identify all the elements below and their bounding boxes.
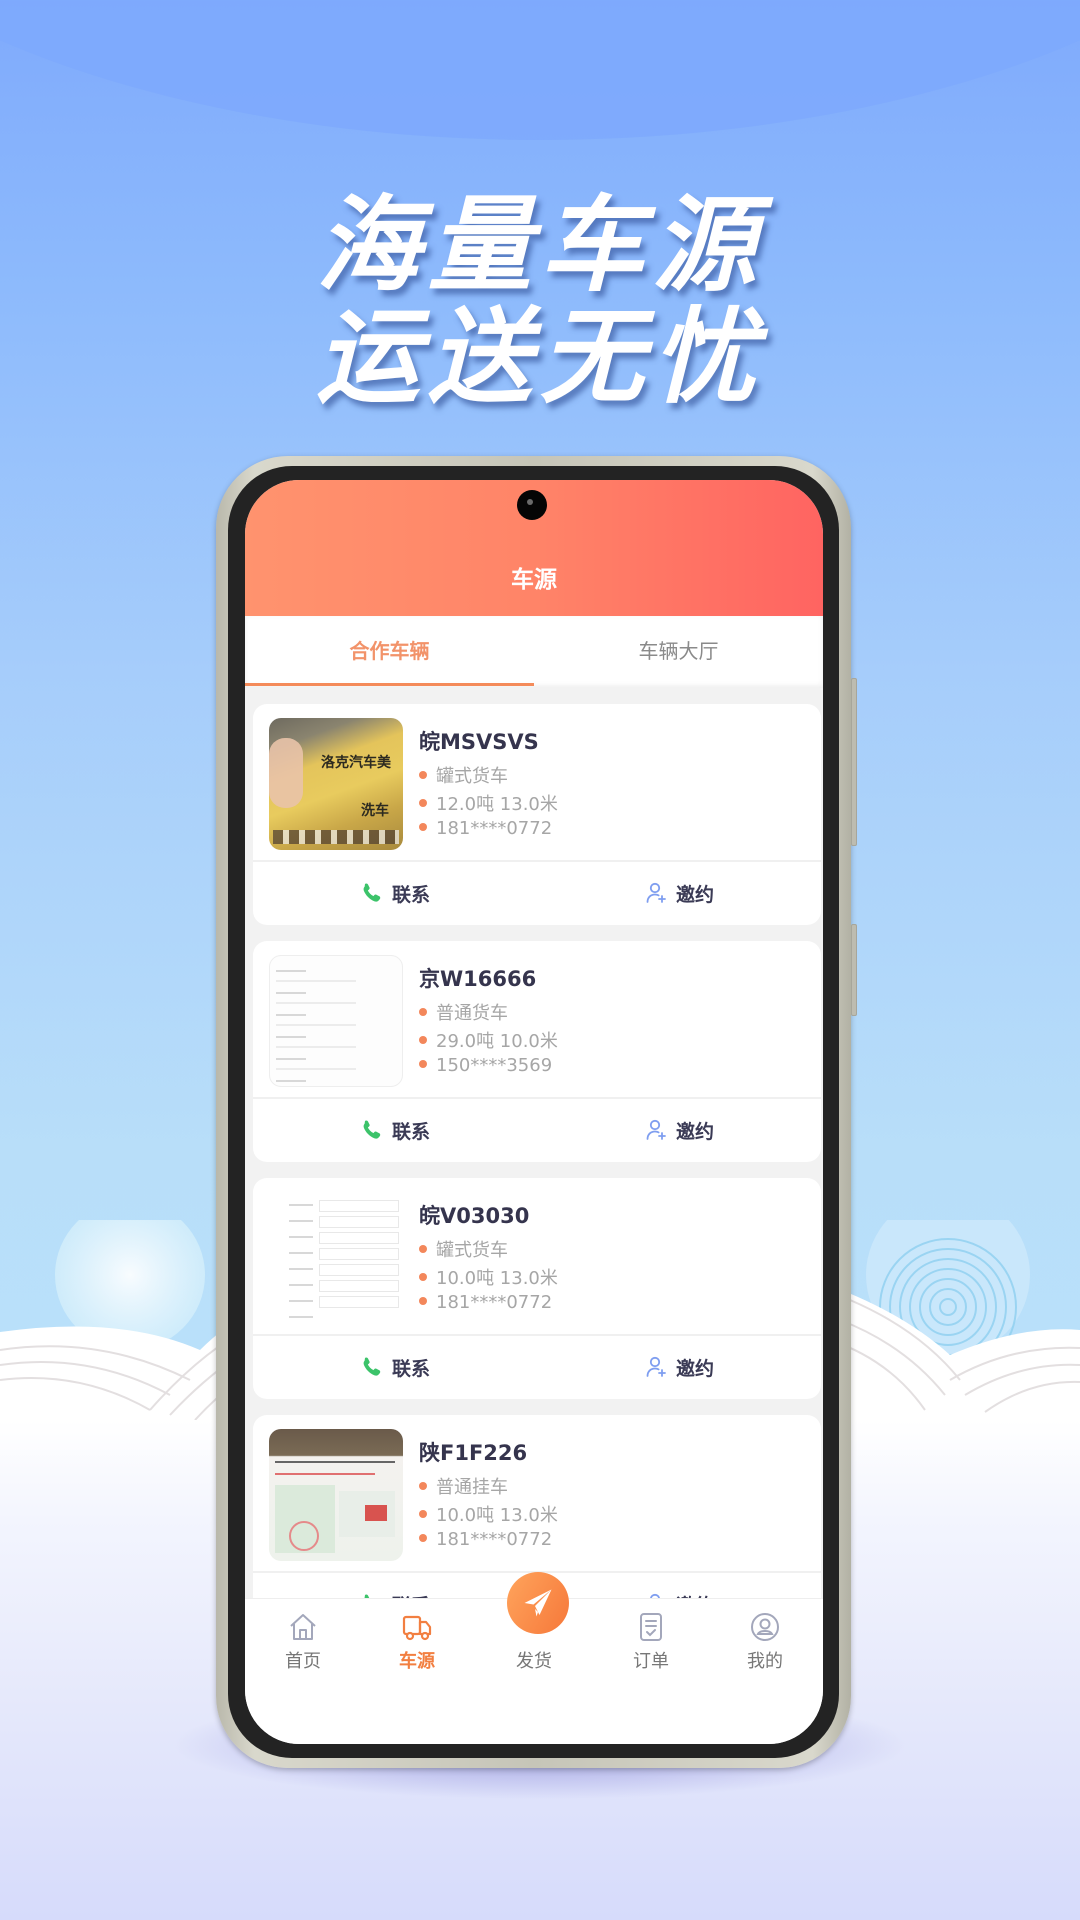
vehicle-card[interactable]: 洛克汽车美 洗车 皖MSVSVS 罐式货车 12.0吨 13.0米 181***… bbox=[253, 704, 821, 925]
add-user-icon bbox=[646, 1119, 666, 1140]
invite-label: 邀约 bbox=[675, 1357, 714, 1380]
phone-icon bbox=[363, 883, 381, 902]
vehicle-card[interactable]: 皖V03030 罐式货车 10.0吨 13.0米 181****0772 联系 … bbox=[253, 1178, 821, 1399]
plate-number: 皖MSVSVS bbox=[419, 730, 539, 754]
vehicle-thumbnail[interactable] bbox=[269, 955, 403, 1087]
invite-label: 邀约 bbox=[675, 883, 714, 906]
phone-icon bbox=[363, 1357, 381, 1376]
nav-item-profile[interactable]: 我的 bbox=[707, 1599, 823, 1673]
vehicle-type: 罐式货车 bbox=[419, 1236, 508, 1262]
contact-label: 联系 bbox=[391, 1357, 430, 1380]
nav-item-home[interactable]: 首页 bbox=[245, 1599, 361, 1673]
tab-vehicle-hall[interactable]: 车辆大厅 bbox=[534, 616, 823, 688]
invite-button[interactable]: 邀约 bbox=[537, 880, 821, 907]
add-user-icon bbox=[646, 882, 666, 903]
vehicle-thumbnail[interactable]: 洛克汽车美 洗车 bbox=[269, 718, 403, 850]
contact-label: 联系 bbox=[391, 1120, 430, 1143]
invite-button[interactable]: 邀约 bbox=[537, 1354, 821, 1381]
vehicle-list: 洛克汽车美 洗车 皖MSVSVS 罐式货车 12.0吨 13.0米 181***… bbox=[253, 704, 821, 1652]
phone-power-button bbox=[851, 924, 857, 1016]
vehicle-type: 普通货车 bbox=[419, 999, 508, 1025]
plate-number: 陕F1F226 bbox=[419, 1441, 528, 1465]
front-camera bbox=[517, 490, 547, 520]
background-top-arc bbox=[0, 0, 1080, 140]
nav-label-ship: 发货 bbox=[516, 1651, 552, 1672]
vehicle-spec: 12.0吨 13.0米 bbox=[419, 790, 558, 816]
invite-label: 邀约 bbox=[675, 1120, 714, 1143]
paper-plane-icon bbox=[524, 1589, 552, 1617]
nav-label-orders: 订单 bbox=[633, 1651, 669, 1672]
nav-label-vehicles: 车源 bbox=[399, 1651, 435, 1672]
order-icon bbox=[640, 1613, 662, 1641]
vehicle-spec: 10.0吨 13.0米 bbox=[419, 1501, 558, 1527]
nav-label-profile: 我的 bbox=[747, 1651, 783, 1672]
profile-icon bbox=[751, 1613, 779, 1641]
phone-volume-button bbox=[851, 678, 857, 846]
vehicle-thumbnail[interactable] bbox=[269, 1429, 403, 1561]
add-user-icon bbox=[646, 1356, 666, 1377]
thumbnail-text: 洛克汽车美 bbox=[321, 755, 391, 771]
ship-goods-fab[interactable] bbox=[507, 1572, 569, 1634]
contact-label: 联系 bbox=[391, 883, 430, 906]
nav-item-orders[interactable]: 订单 bbox=[593, 1599, 709, 1673]
contact-button[interactable]: 联系 bbox=[253, 1354, 537, 1381]
plate-number: 皖V03030 bbox=[419, 1204, 530, 1228]
truck-icon bbox=[402, 1615, 432, 1641]
thumbnail-text: 洗车 bbox=[361, 803, 389, 819]
page-title: 车源 bbox=[511, 567, 557, 593]
tab-bar: 合作车辆 车辆大厅 bbox=[245, 616, 823, 688]
headline-line-2: 运送无忧 bbox=[315, 296, 764, 418]
vehicle-type: 普通挂车 bbox=[419, 1473, 508, 1499]
vehicle-card[interactable]: 京W16666 普通货车 29.0吨 10.0米 150****3569 联系 … bbox=[253, 941, 821, 1162]
nav-label-home: 首页 bbox=[285, 1651, 321, 1672]
vehicle-type: 罐式货车 bbox=[419, 762, 508, 788]
vehicle-phone: 181****0772 bbox=[419, 1529, 552, 1550]
phone-icon bbox=[363, 1120, 381, 1139]
plate-number: 京W16666 bbox=[419, 967, 537, 991]
contact-button[interactable]: 联系 bbox=[253, 1117, 537, 1144]
home-icon bbox=[290, 1614, 316, 1640]
invite-button[interactable]: 邀约 bbox=[537, 1117, 821, 1144]
tab-partner-vehicles[interactable]: 合作车辆 bbox=[245, 616, 534, 688]
vehicle-phone: 181****0772 bbox=[419, 818, 552, 839]
vehicle-spec: 29.0吨 10.0米 bbox=[419, 1027, 558, 1053]
vehicle-phone: 181****0772 bbox=[419, 1292, 552, 1313]
vehicle-thumbnail[interactable] bbox=[269, 1192, 403, 1324]
vehicle-phone: 150****3569 bbox=[419, 1055, 552, 1076]
contact-button[interactable]: 联系 bbox=[253, 880, 537, 907]
phone-screen: 车源 合作车辆 车辆大厅 洛克汽车美 洗车 皖MSVSVS 罐式货车 12.0吨… bbox=[245, 480, 823, 1744]
nav-item-vehicles[interactable]: 车源 bbox=[359, 1599, 475, 1673]
vehicle-spec: 10.0吨 13.0米 bbox=[419, 1264, 558, 1290]
